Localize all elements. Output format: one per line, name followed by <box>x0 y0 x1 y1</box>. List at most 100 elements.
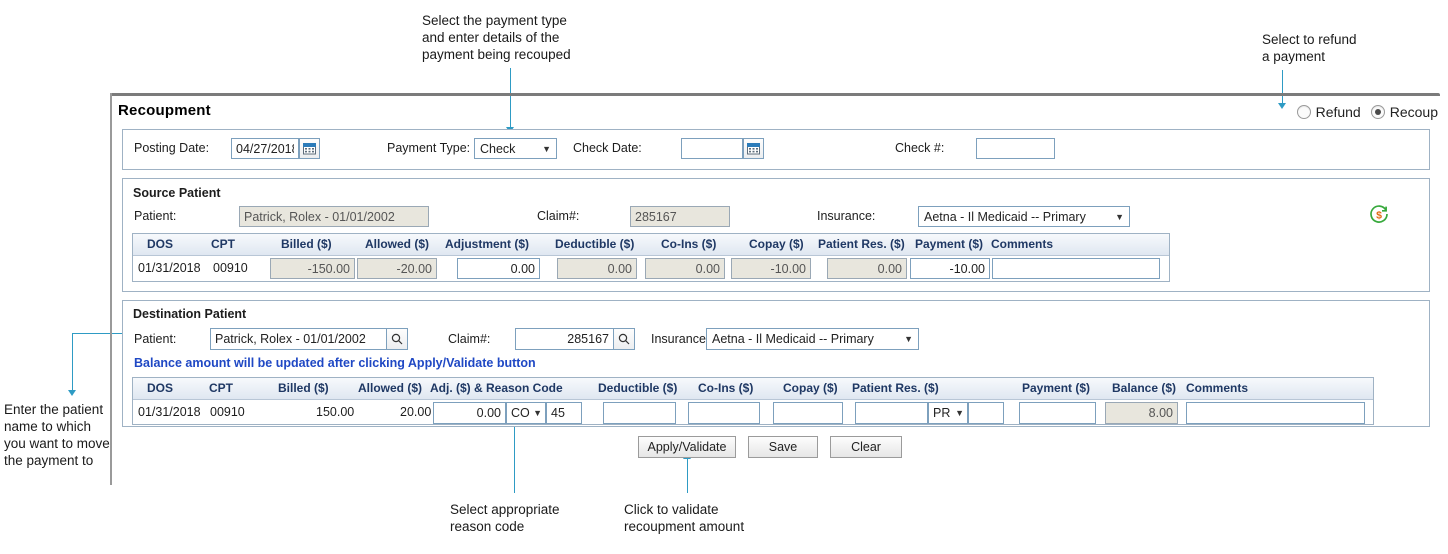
destination-insurance-label: Insurance: <box>651 332 710 346</box>
payment-type-value: Check <box>480 142 516 156</box>
dest-col-adj: Adj. ($) & Reason Code <box>430 381 563 395</box>
radio-recoup[interactable]: Recoup <box>1370 104 1438 120</box>
dest-col-allowed: Allowed ($) <box>358 381 423 395</box>
source-cell-copay <box>731 258 811 279</box>
annotation-apply-validate: Click to validate recoupment amount <box>624 502 745 534</box>
source-section-title: Source Patient <box>133 186 221 200</box>
dest-cell-patres-group-value: PR <box>933 406 951 420</box>
dest-cell-comments[interactable] <box>1186 402 1365 424</box>
chevron-down-icon: ▼ <box>955 408 964 418</box>
save-button[interactable]: Save <box>748 436 818 458</box>
clear-button[interactable]: Clear <box>830 436 902 458</box>
chevron-down-icon: ▼ <box>1115 212 1124 222</box>
dest-cell-payment[interactable] <box>1019 402 1096 424</box>
source-insurance-label: Insurance: <box>817 209 876 223</box>
dest-cell-adj-group-select[interactable]: CO ▼ <box>506 402 546 424</box>
apply-validate-button[interactable]: Apply/Validate <box>638 436 736 458</box>
source-cell-coins <box>645 258 725 279</box>
dest-cell-coins[interactable] <box>688 402 760 424</box>
destination-section-title: Destination Patient <box>133 307 247 321</box>
source-col-copay: Copay ($) <box>749 237 804 251</box>
source-cell-patres <box>827 258 907 279</box>
source-col-comments: Comments <box>991 237 1054 251</box>
dest-cell-deductible[interactable] <box>603 402 676 424</box>
dest-cell-patres[interactable] <box>855 402 928 424</box>
check-number-label: Check #: <box>895 141 945 155</box>
header-form-box: Posting Date: Payment Type: Check ▼ Chec… <box>122 129 1430 170</box>
check-date-calendar-icon[interactable] <box>743 138 764 159</box>
radio-refund-dot <box>1296 105 1311 119</box>
dest-cell-patres-reason[interactable] <box>968 402 1004 424</box>
source-charges-grid: DOS CPT Billed ($) Allowed ($) Adjustmen… <box>132 233 1170 282</box>
source-col-cpt: CPT <box>211 237 235 251</box>
chevron-down-icon: ▼ <box>533 408 542 418</box>
dest-cell-billed: 150.00 <box>316 405 355 419</box>
posting-date-calendar-icon[interactable] <box>299 138 320 159</box>
source-patient-input <box>239 206 429 227</box>
radio-recoup-dot <box>1370 105 1385 119</box>
source-col-allowed: Allowed ($) <box>365 237 430 251</box>
destination-claim-input[interactable] <box>515 328 614 350</box>
annotation-payment-type: Select the payment type and enter details… <box>422 13 571 62</box>
source-col-billed: Billed ($) <box>281 237 332 251</box>
dest-cell-adj[interactable] <box>433 402 506 424</box>
source-insurance-value: Aetna - Il Medicaid -- Primary <box>924 210 1086 224</box>
recoupment-panel: Recoupment Refund Recoup Posting Date: P… <box>110 93 1440 485</box>
chevron-down-icon: ▼ <box>542 144 551 154</box>
posting-date-input[interactable] <box>231 138 299 159</box>
check-date-label: Check Date: <box>573 141 642 155</box>
dest-cell-allowed: 20.00 <box>400 405 432 419</box>
source-patient-box: Source Patient Patient: Claim#: Insuranc… <box>122 178 1430 292</box>
source-claim-label: Claim#: <box>537 209 580 223</box>
dest-cell-cpt: 00910 <box>210 405 245 419</box>
destination-claim-search-icon[interactable] <box>614 328 635 350</box>
radio-refund-label: Refund <box>1315 104 1361 120</box>
source-patient-label: Patient: <box>134 209 177 223</box>
table-row: 01/31/2018 00910 <box>133 256 1169 281</box>
dest-cell-copay[interactable] <box>773 402 843 424</box>
svg-text:$: $ <box>1376 209 1382 221</box>
leader-line-dest-v <box>72 333 73 390</box>
source-cell-allowed <box>357 258 437 279</box>
panel-left-rule <box>110 93 112 485</box>
radio-refund[interactable]: Refund <box>1296 104 1361 120</box>
radio-recoup-label: Recoup <box>1389 104 1438 120</box>
source-col-adjustment: Adjustment ($) <box>445 237 529 251</box>
destination-patient-input[interactable] <box>210 328 387 350</box>
payment-type-select[interactable]: Check ▼ <box>474 138 557 159</box>
destination-insurance-value: Aetna - Il Medicaid -- Primary <box>712 332 874 346</box>
payment-type-label: Payment Type: <box>387 141 471 155</box>
dest-col-comments: Comments <box>1186 381 1249 395</box>
destination-insurance-select[interactable]: Aetna - Il Medicaid -- Primary ▼ <box>706 328 919 350</box>
dest-col-cpt: CPT <box>209 381 233 395</box>
dest-cell-adj-reason[interactable] <box>546 402 582 424</box>
source-grid-header: DOS CPT Billed ($) Allowed ($) Adjustmen… <box>133 234 1169 256</box>
dest-col-dos: DOS <box>147 381 174 395</box>
source-cell-payment[interactable] <box>910 258 990 279</box>
dest-cell-dos: 01/31/2018 <box>138 405 201 419</box>
dest-cell-patres-group-select[interactable]: PR ▼ <box>928 402 968 424</box>
destination-patient-search-icon[interactable] <box>387 328 408 350</box>
dest-col-payment: Payment ($) <box>1022 381 1091 395</box>
source-col-coins: Co-Ins ($) <box>661 237 717 251</box>
dollar-refresh-icon[interactable]: $ <box>1368 203 1390 225</box>
dest-col-deductible: Deductible ($) <box>598 381 678 395</box>
dest-cell-adj-group-value: CO <box>511 406 530 420</box>
dest-col-coins: Co-Ins ($) <box>698 381 754 395</box>
dest-col-balance: Balance ($) <box>1112 381 1177 395</box>
source-cell-dos: 01/31/2018 <box>138 261 201 275</box>
source-insurance-select[interactable]: Aetna - Il Medicaid -- Primary ▼ <box>918 206 1130 227</box>
table-row: 01/31/2018 00910 150.00 20.00 CO ▼ PR ▼ <box>133 400 1373 424</box>
leader-arrow-dest <box>68 390 76 396</box>
source-cell-billed <box>270 258 355 279</box>
source-cell-cpt: 00910 <box>213 261 248 275</box>
page-title: Recoupment <box>118 102 211 119</box>
chevron-down-icon: ▼ <box>904 334 913 344</box>
check-number-input[interactable] <box>976 138 1055 159</box>
source-cell-adjustment[interactable] <box>457 258 540 279</box>
source-col-payment: Payment ($) <box>915 237 984 251</box>
source-cell-comments[interactable] <box>992 258 1160 279</box>
check-date-input[interactable] <box>681 138 743 159</box>
destination-charges-grid: DOS CPT Billed ($) Allowed ($) Adj. ($) … <box>132 377 1374 425</box>
destination-patient-box: Destination Patient Patient: Claim#: Ins… <box>122 300 1430 427</box>
